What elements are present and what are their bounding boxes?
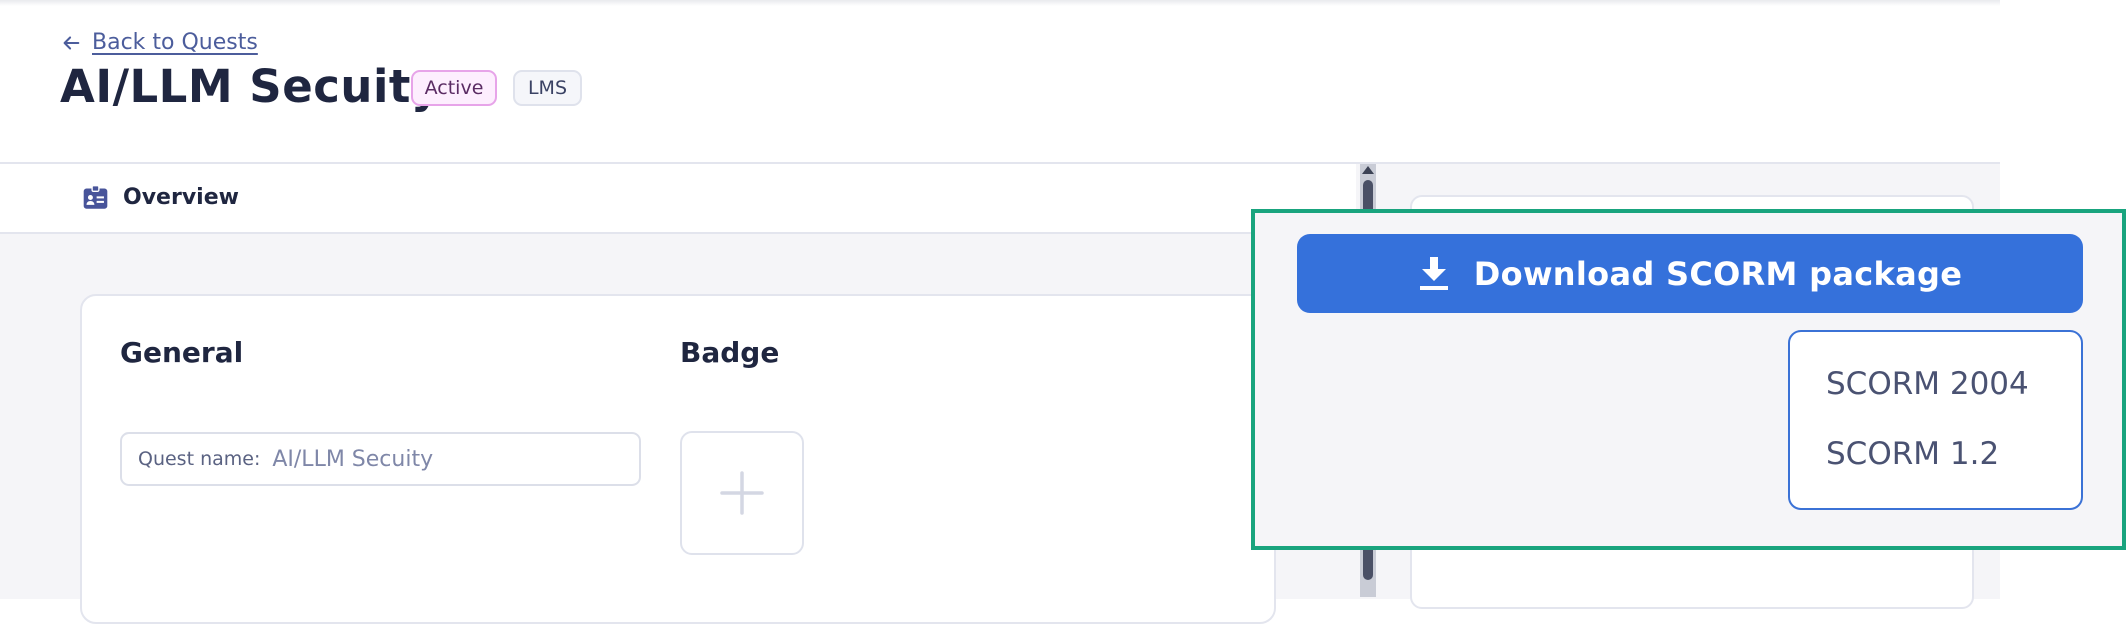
- page-title: AI/LLM Secuity: [60, 60, 441, 113]
- back-to-quests-link[interactable]: Back to Quests: [60, 30, 258, 55]
- add-badge-button[interactable]: [680, 431, 804, 555]
- scroll-up-arrow-icon[interactable]: [1362, 166, 1374, 174]
- status-badge: Active: [411, 70, 497, 106]
- general-heading: General: [120, 336, 244, 369]
- tab-overview[interactable]: Overview: [82, 184, 239, 211]
- top-shadow: [0, 0, 2000, 6]
- menu-item-scorm-1-2[interactable]: SCORM 1.2: [1826, 436, 1999, 472]
- arrow-left-icon: [63, 35, 80, 50]
- back-link-label[interactable]: Back to Quests: [92, 30, 258, 55]
- quest-name-field[interactable]: Quest name:: [120, 432, 641, 486]
- quest-name-label: Quest name:: [138, 448, 261, 470]
- scorm-version-menu: SCORM 2004 SCORM 1.2: [1788, 330, 2083, 510]
- badge-heading: Badge: [680, 336, 780, 369]
- type-badge: LMS: [513, 70, 582, 106]
- menu-item-scorm-2004[interactable]: SCORM 2004: [1826, 366, 2029, 402]
- quest-name-input[interactable]: [272, 446, 613, 472]
- download-scorm-button[interactable]: Download SCORM package: [1297, 234, 2083, 313]
- tab-overview-label: Overview: [123, 185, 239, 210]
- plus-icon: [720, 471, 764, 515]
- download-icon: [1419, 256, 1448, 290]
- id-card-icon: [83, 185, 108, 209]
- download-scorm-label: Download SCORM package: [1473, 254, 1963, 293]
